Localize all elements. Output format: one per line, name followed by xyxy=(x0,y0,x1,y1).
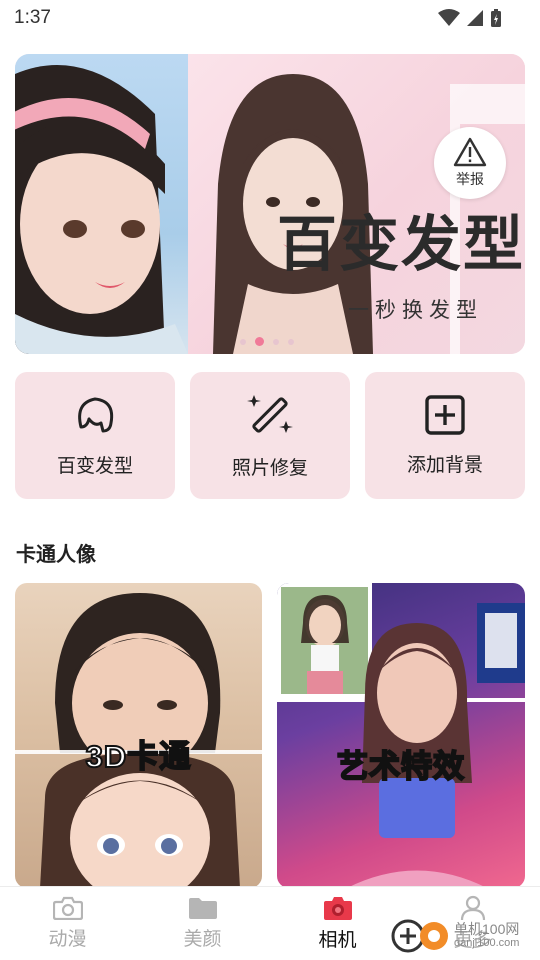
report-label: 举报 xyxy=(456,171,484,187)
nav-label: 动漫 xyxy=(48,929,87,950)
watermark-text: 单机100网 xyxy=(454,921,520,937)
section-title: 卡通人像 xyxy=(16,544,96,566)
quick-actions: 百变发型 照片修复 添加背景 xyxy=(15,372,525,499)
nav-item-anime[interactable]: 动漫 xyxy=(0,887,135,960)
card-3d-cartoon[interactable]: 3D卡通 xyxy=(15,583,262,888)
camera-icon xyxy=(52,896,83,920)
banner-title: 百变发型 xyxy=(277,210,525,280)
banner-pagination xyxy=(240,337,294,346)
action-hairstyle[interactable]: 百变发型 xyxy=(15,372,175,499)
banner-photo-left xyxy=(15,54,188,354)
card-art-effects[interactable]: 艺术特效 xyxy=(277,583,525,888)
wifi-icon xyxy=(438,9,460,26)
nav-label: 美颜 xyxy=(183,929,222,950)
camera-app-icon xyxy=(323,897,352,920)
folder-icon xyxy=(188,898,217,919)
action-label: 百变发型 xyxy=(56,456,133,477)
magic-wand-icon xyxy=(247,395,293,433)
girl-illustration-left xyxy=(15,65,188,354)
report-button[interactable]: 举报 xyxy=(434,127,506,199)
nav-label: 相机 xyxy=(318,930,357,951)
pagination-dot-active[interactable] xyxy=(255,337,264,346)
action-label: 添加背景 xyxy=(406,455,483,476)
watermark-url: danji100.com xyxy=(454,937,520,949)
card-label: 艺术特效 xyxy=(336,748,465,785)
watermark: 单机100网 danji100.com xyxy=(390,916,540,956)
card-label: 3D卡通 xyxy=(85,738,192,775)
hair-icon xyxy=(78,397,114,433)
art-effect-image xyxy=(277,583,525,888)
watermark-logo-icon xyxy=(391,919,448,953)
add-box-icon xyxy=(425,395,465,435)
cartoon-portrait-cards: 3D卡通 艺术特效 xyxy=(15,583,525,888)
action-label: 照片修复 xyxy=(231,458,308,479)
warning-icon xyxy=(453,137,487,167)
status-bar: 1:37 xyxy=(0,0,540,36)
status-time: 1:37 xyxy=(14,7,51,28)
banner-subtitle: 一秒换发型 xyxy=(348,299,483,322)
signal-icon xyxy=(467,10,483,26)
status-icons xyxy=(438,8,502,28)
action-photo-repair[interactable]: 照片修复 xyxy=(190,372,350,499)
action-add-background[interactable]: 添加背景 xyxy=(365,372,525,499)
pagination-dot[interactable] xyxy=(240,338,246,345)
battery-icon xyxy=(491,9,501,27)
pagination-dot[interactable] xyxy=(288,338,294,345)
nav-item-camera[interactable]: 相机 xyxy=(270,887,405,960)
nav-item-beauty[interactable]: 美颜 xyxy=(135,887,270,960)
pagination-dot[interactable] xyxy=(273,338,279,345)
hairstyle-banner[interactable]: 百变发型 一秒换发型 举报 xyxy=(15,54,525,354)
